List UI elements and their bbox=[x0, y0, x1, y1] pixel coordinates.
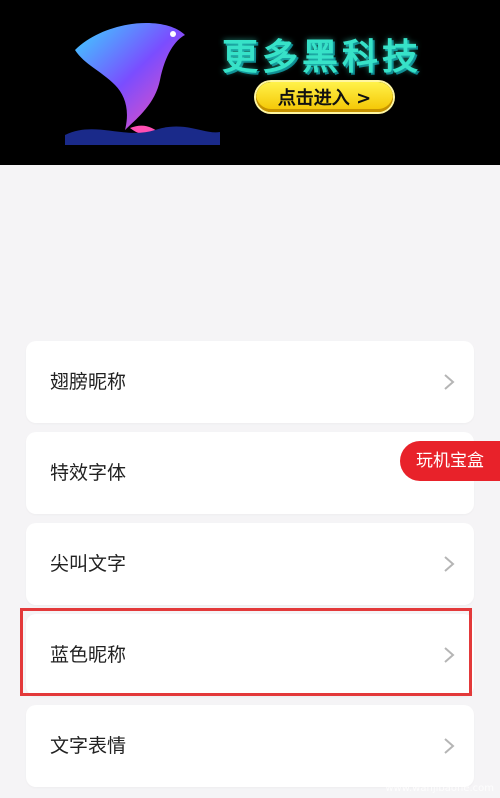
watermark: www.wanjibaohe.com bbox=[385, 783, 494, 794]
enter-button[interactable]: 点击进入 > bbox=[256, 82, 393, 112]
toolbox-floating-button[interactable]: 玩机宝盒 bbox=[400, 441, 500, 481]
menu-item-label: 特效字体 bbox=[50, 462, 127, 484]
chevron-right-icon bbox=[444, 374, 455, 390]
menu-item-blue-nickname[interactable]: 蓝色昵称 bbox=[26, 614, 474, 696]
dolphin-logo-icon bbox=[65, 22, 220, 145]
menu-item-label: 文字表情 bbox=[50, 735, 127, 757]
chevron-right-icon bbox=[444, 647, 455, 663]
banner-title: 更多黑科技 bbox=[222, 37, 423, 78]
promo-banner[interactable]: 更多黑科技 点击进入 > bbox=[0, 0, 500, 165]
menu-item-wing-nickname[interactable]: 翅膀昵称 bbox=[26, 341, 474, 423]
chevron-right-icon bbox=[444, 556, 455, 572]
chevron-right-icon bbox=[444, 738, 455, 754]
menu-item-label: 翅膀昵称 bbox=[50, 371, 127, 393]
menu-item-label: 蓝色昵称 bbox=[50, 644, 127, 666]
menu-item-label: 尖叫文字 bbox=[50, 553, 127, 575]
menu-item-scream-text[interactable]: 尖叫文字 bbox=[26, 523, 474, 605]
menu-item-text-emoji[interactable]: 文字表情 bbox=[26, 705, 474, 787]
